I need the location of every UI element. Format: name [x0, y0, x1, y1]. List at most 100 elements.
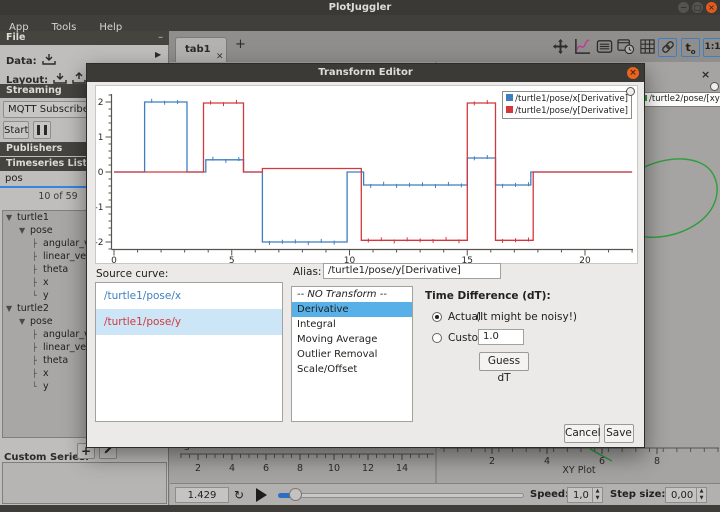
dialog-close-button[interactable]: × — [627, 67, 639, 79]
source-curve-list[interactable]: /turtle1/pose/x/turtle1/pose/y — [95, 282, 283, 422]
tree-item-label: pose — [30, 225, 53, 236]
tree-item-label: y — [43, 381, 49, 392]
transform-item[interactable]: Derivative — [292, 302, 412, 317]
pause-icon — [44, 125, 47, 135]
cancel-button[interactable]: Cancel — [564, 424, 600, 443]
current-time-display[interactable]: 1.429 — [175, 487, 229, 503]
svg-text:20: 20 — [579, 256, 591, 263]
svg-text:10: 10 — [344, 256, 356, 263]
time-offset-icon[interactable]: to — [681, 38, 700, 57]
tree-branch-icon: ├ — [32, 237, 43, 250]
chart-zoom-circle-icon[interactable] — [626, 87, 635, 96]
xy-plot-title: XY Plot — [549, 465, 609, 476]
expand-arrow-icon[interactable]: ▼ — [19, 224, 30, 237]
window-bottom-edge — [0, 505, 720, 512]
start-streaming-button[interactable]: Start — [3, 121, 29, 139]
transform-item[interactable]: Integral — [292, 317, 412, 332]
expand-arrow-icon[interactable]: ▼ — [6, 211, 17, 224]
curve-editor-icon[interactable] — [573, 38, 592, 57]
legend-entry: /turtle1/pose/x[Derivative] — [506, 93, 628, 105]
step-spin-arrows-icon[interactable]: ▲▼ — [696, 487, 707, 503]
close-button[interactable]: × — [706, 2, 717, 13]
svg-text:12: 12 — [362, 463, 374, 474]
playback-bar: 1.429 ↻ Speed: 1,0 ▲▼ Step size: 0,00 ▲▼ — [170, 483, 720, 505]
time-slider[interactable] — [278, 493, 524, 498]
new-tab-button[interactable]: + — [235, 37, 246, 52]
dt-actual-radio[interactable] — [432, 312, 442, 322]
tree-branch-icon: ├ — [32, 354, 43, 367]
dt-custom-radio[interactable] — [432, 333, 442, 343]
dt-custom-input[interactable]: 1.0 — [478, 329, 524, 345]
speed-spin-arrows-icon[interactable]: ▲▼ — [592, 487, 603, 503]
custom-series-list[interactable] — [2, 462, 167, 504]
speed-spinbox[interactable]: 1,0 — [567, 487, 593, 503]
save-button[interactable]: Save — [604, 424, 634, 443]
pan-zoom-icon[interactable] — [551, 38, 570, 57]
transform-editor-dialog: Transform Editor × 05101520-2-1012 /turt… — [86, 63, 645, 448]
datetime-icon[interactable] — [616, 38, 635, 57]
svg-text:-2: -2 — [96, 238, 104, 248]
dt-header: Time Difference (dT): — [425, 290, 551, 302]
data-submenu-arrow-icon[interactable]: ▶ — [155, 50, 161, 59]
expand-arrow-icon[interactable]: ▼ — [19, 315, 30, 328]
tree-item-label: turtle2 — [17, 303, 49, 314]
tree-item-label: x — [43, 277, 49, 288]
source-curve-label: Source curve: — [96, 268, 168, 280]
expand-arrow-icon[interactable]: ▼ — [6, 302, 17, 315]
menu-tools[interactable]: Tools — [43, 20, 86, 36]
source-item[interactable]: /turtle1/pose/y — [96, 309, 282, 335]
preview-chart[interactable]: 05101520-2-1012 /turtle1/pose/x[Derivati… — [95, 85, 638, 264]
step-size-spinbox[interactable]: 0,00 — [665, 487, 697, 503]
menu-help[interactable]: Help — [90, 20, 131, 36]
ratio-icon[interactable]: 1:1 — [703, 38, 720, 57]
tree-branch-icon: ├ — [32, 328, 43, 341]
svg-text:0: 0 — [111, 256, 117, 263]
step-size-label: Step size: — [610, 484, 665, 506]
dock-handle-icon: – — [158, 31, 163, 45]
chart-legend[interactable]: /turtle1/pose/x[Derivative]/turtle1/pose… — [502, 91, 632, 119]
transform-item[interactable]: Scale/Offset — [292, 362, 412, 377]
play-button[interactable] — [256, 488, 267, 502]
xy-plot-legend[interactable]: /turtle2/pose/[xy] — [637, 92, 720, 107]
minimize-button[interactable]: − — [678, 2, 689, 13]
grid-layout-icon[interactable] — [638, 38, 657, 57]
transform-item[interactable]: Outlier Removal — [292, 347, 412, 362]
transform-item[interactable]: Moving Average — [292, 332, 412, 347]
load-data-icon[interactable] — [42, 53, 56, 66]
source-item[interactable]: /turtle1/pose/x — [96, 283, 282, 309]
menu-app[interactable]: App — [0, 20, 38, 36]
xy-plot-zoom-circle-icon[interactable] — [710, 82, 719, 91]
svg-text:14: 14 — [396, 463, 408, 474]
svg-text:1: 1 — [98, 133, 104, 143]
data-label: Data: — [6, 56, 37, 67]
xy-plot-close-icon[interactable]: × — [701, 68, 710, 81]
pause-streaming-button[interactable] — [33, 121, 51, 139]
tree-branch-icon: └ — [32, 380, 43, 393]
loop-icon[interactable]: ↻ — [234, 487, 244, 503]
alias-label: Alias: — [293, 266, 321, 278]
titlebar[interactable]: PlotJuggler − ▢ × — [0, 0, 720, 15]
tab-tab1[interactable]: tab1 ✕ — [175, 37, 227, 62]
transform-list[interactable]: -- NO Transform --DerivativeIntegralMovi… — [291, 286, 413, 422]
tree-branch-icon: ├ — [32, 276, 43, 289]
transform-item[interactable]: -- NO Transform -- — [292, 287, 412, 302]
svg-text:10: 10 — [328, 463, 340, 474]
tree-branch-icon: ├ — [32, 367, 43, 380]
guess-dt-button[interactable]: Guess dT — [479, 352, 529, 371]
legend-swatch — [506, 94, 513, 101]
tree-item-label: x — [43, 368, 49, 379]
svg-text:2: 2 — [98, 98, 104, 108]
alias-input[interactable]: /turtle1/pose/y[Derivative] — [323, 263, 501, 279]
dialog-titlebar[interactable]: Transform Editor × — [87, 64, 644, 82]
svg-text:-1: -1 — [96, 203, 104, 213]
tree-item-label: turtle1 — [17, 212, 49, 223]
link-axes-icon[interactable] — [658, 38, 677, 57]
time-slider-handle[interactable] — [289, 488, 302, 501]
legend-entry: /turtle1/pose/y[Derivative] — [506, 105, 628, 117]
tree-branch-icon: ├ — [32, 341, 43, 354]
tree-branch-icon: ├ — [32, 250, 43, 263]
legend-toggle-icon[interactable] — [595, 38, 614, 57]
tree-branch-icon: ├ — [32, 263, 43, 276]
maximize-button[interactable]: ▢ — [692, 2, 703, 13]
tree-item-label: theta — [43, 264, 68, 275]
